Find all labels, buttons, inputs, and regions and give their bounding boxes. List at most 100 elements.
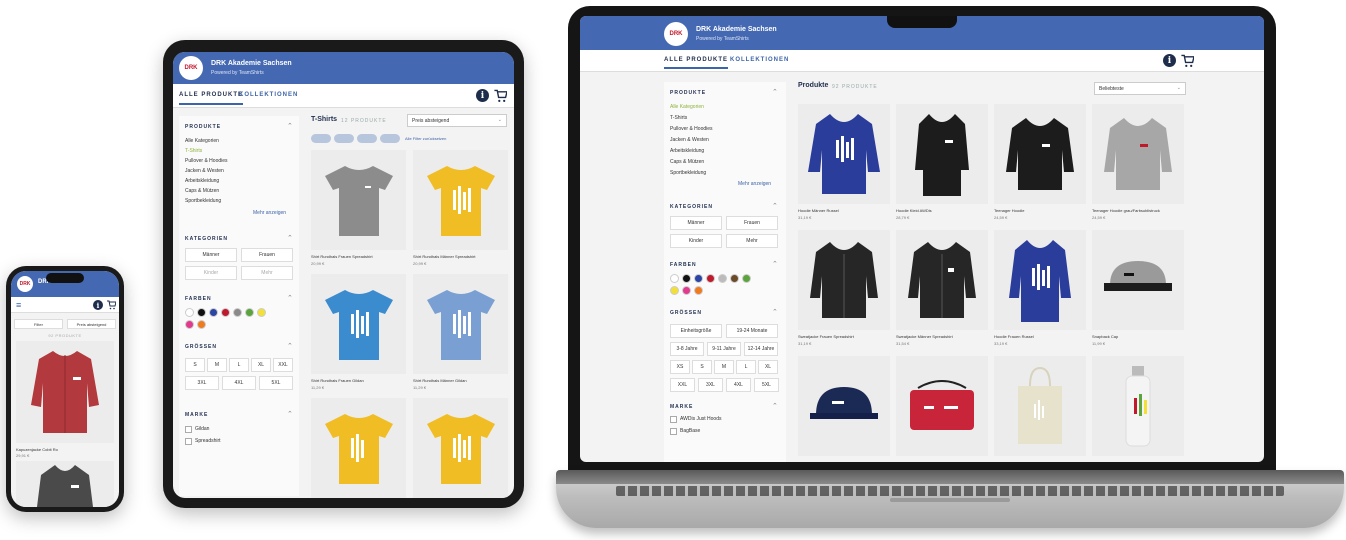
cart-icon[interactable] (1180, 53, 1194, 68)
tablet-product-name[interactable]: Shirt Rundhals Frauen Gildan (311, 378, 406, 383)
tab-alle-produkte[interactable]: ALLE PRODUKTE (664, 57, 728, 69)
info-icon[interactable]: i (93, 300, 103, 310)
laptop-product-name[interactable]: Sweatjacke Männer Spreadshirt (896, 334, 988, 339)
laptop-product-image[interactable] (1092, 104, 1184, 204)
laptop-sort-select[interactable]: Beliebteste ⌄ (1094, 82, 1186, 95)
color-swatch-grey[interactable] (233, 308, 242, 317)
size-4xl-button[interactable]: 4XL (222, 376, 256, 390)
chevron-up-icon[interactable]: ⌃ (287, 234, 293, 242)
laptop-product-image[interactable] (798, 356, 890, 456)
laptop-product-image[interactable] (994, 230, 1086, 330)
laptop-product-image[interactable] (896, 104, 988, 204)
sidebar-item-caps[interactable]: Caps & Mützen (185, 188, 219, 194)
color-swatch-yellow[interactable] (257, 308, 266, 317)
sidebar-item-alle-kategorien[interactable]: Alle Kategorien (185, 138, 219, 144)
size-m-button[interactable]: M (714, 360, 734, 374)
color-swatch-blue[interactable] (209, 308, 218, 317)
sidebar-item-t-shirts[interactable]: T-Shirts (670, 115, 687, 121)
chevron-up-icon[interactable]: ⌃ (772, 402, 778, 410)
size-l-button[interactable]: L (736, 360, 756, 374)
size-5xl-button[interactable]: 5XL (259, 376, 293, 390)
tablet-product-name[interactable]: Shirt Rundhals Frauen Spreadshirt (311, 254, 406, 259)
more-categories-link[interactable]: Mehr anzeigen (253, 210, 286, 216)
cart-icon[interactable] (493, 88, 507, 103)
kategorie-mehr-button[interactable]: Mehr (241, 266, 293, 280)
tab-kollektionen[interactable]: KOLLEKTIONEN (239, 92, 298, 98)
chevron-up-icon[interactable]: ⌃ (772, 308, 778, 316)
laptop-product-image[interactable] (798, 104, 890, 204)
brand-checkbox-spreadshirt[interactable] (185, 438, 192, 445)
laptop-product-name[interactable]: Hoodie Männer Russel (798, 208, 890, 213)
sidebar-item-jacken[interactable]: Jacken & Westen (670, 137, 709, 143)
size-s-button[interactable]: S (185, 358, 205, 372)
chevron-up-icon[interactable]: ⌃ (287, 294, 293, 302)
color-swatch-orange[interactable] (197, 320, 206, 329)
size-xs-button[interactable]: XS (670, 360, 690, 374)
chevron-up-icon[interactable]: ⌃ (772, 260, 778, 268)
kategorie-maenner-button[interactable]: Männer (185, 248, 237, 262)
sidebar-item-sport[interactable]: Sportbekleidung (670, 170, 706, 176)
sidebar-item-jacken[interactable]: Jacken & Westen (185, 168, 224, 174)
active-filter-chip[interactable] (311, 134, 331, 143)
kategorie-mehr-button[interactable]: Mehr (726, 234, 778, 248)
tablet-product-image[interactable] (311, 150, 406, 250)
color-swatch-blue[interactable] (694, 274, 703, 283)
reset-filters-link[interactable]: Alle Filter zurücksetzen (405, 136, 446, 141)
kategorie-frauen-button[interactable]: Frauen (241, 248, 293, 262)
color-swatch-orange[interactable] (694, 286, 703, 295)
tablet-sort-select[interactable]: Preis absteigend ⌄ (407, 114, 507, 127)
color-swatch-white[interactable] (185, 308, 194, 317)
active-filter-chip[interactable] (357, 134, 377, 143)
size-3xl-button[interactable]: 3XL (698, 378, 723, 392)
color-swatch-green[interactable] (245, 308, 254, 317)
laptop-product-name[interactable]: Hoodie Kleid AWDis (896, 208, 988, 213)
laptop-product-image[interactable] (896, 356, 988, 456)
color-swatch-black[interactable] (197, 308, 206, 317)
phone-filter-button[interactable]: Filter (14, 319, 63, 329)
active-filter-chip[interactable] (380, 134, 400, 143)
sidebar-item-pullover[interactable]: Pullover & Hoodies (185, 158, 228, 164)
brand-checkbox-awdis[interactable] (670, 416, 677, 423)
size-9-11-button[interactable]: 9-11 Jahre (707, 342, 741, 356)
sidebar-item-sport[interactable]: Sportbekleidung (185, 198, 221, 204)
kategorie-frauen-button[interactable]: Frauen (726, 216, 778, 230)
size-xl-button[interactable]: XL (758, 360, 778, 374)
size-xxl-button[interactable]: XXL (273, 358, 293, 372)
tablet-product-image[interactable] (413, 150, 508, 250)
laptop-product-name[interactable]: Hoodie Frauen Russel (994, 334, 1086, 339)
color-swatch-red[interactable] (706, 274, 715, 283)
laptop-product-name[interactable]: Teenager Hoodie grau/Farbsublistruck (1092, 208, 1184, 213)
phone-sort-select[interactable]: Preis absteigend (67, 319, 116, 329)
brand-checkbox-gildan[interactable] (185, 426, 192, 433)
laptop-product-image[interactable] (798, 230, 890, 330)
color-swatch-white[interactable] (670, 274, 679, 283)
sidebar-item-t-shirts[interactable]: T-Shirts (185, 148, 202, 154)
size-m-button[interactable]: M (207, 358, 227, 372)
phone-product-image-2[interactable] (16, 461, 114, 507)
color-swatch-brown[interactable] (730, 274, 739, 283)
color-swatch-green[interactable] (742, 274, 751, 283)
brand-checkbox-bagbase[interactable] (670, 428, 677, 435)
sidebar-item-arbeitskleidung[interactable]: Arbeitskleidung (670, 148, 704, 154)
more-categories-link[interactable]: Mehr anzeigen (738, 181, 771, 187)
laptop-product-name[interactable]: Snapback Cap (1092, 334, 1184, 339)
size-l-button[interactable]: L (229, 358, 249, 372)
phone-product-image[interactable] (16, 341, 114, 443)
size-19-24-button[interactable]: 19-24 Monate (726, 324, 778, 338)
sidebar-item-caps[interactable]: Caps & Mützen (670, 159, 704, 165)
info-icon[interactable]: i (1163, 54, 1176, 67)
size-xxl-button[interactable]: XXL (670, 378, 695, 392)
sidebar-item-arbeitskleidung[interactable]: Arbeitskleidung (185, 178, 219, 184)
size-einheitsgroesse-button[interactable]: Einheitsgröße (670, 324, 722, 338)
color-swatch-yellow[interactable] (670, 286, 679, 295)
hamburger-menu-icon[interactable]: ≡ (16, 300, 21, 310)
laptop-product-name[interactable]: Teenager Hoodie (994, 208, 1086, 213)
sidebar-item-pullover[interactable]: Pullover & Hoodies (670, 126, 713, 132)
kategorie-maenner-button[interactable]: Männer (670, 216, 722, 230)
laptop-product-name[interactable]: Sweatjacke Frauen Spreadshirt (798, 334, 890, 339)
laptop-product-image[interactable] (994, 356, 1086, 456)
kategorie-kinder-button[interactable]: Kinder (185, 266, 237, 280)
tablet-product-name[interactable]: Shirt Rundhals Männer Gildan (413, 378, 508, 383)
size-xl-button[interactable]: XL (251, 358, 271, 372)
laptop-product-image[interactable] (994, 104, 1086, 204)
